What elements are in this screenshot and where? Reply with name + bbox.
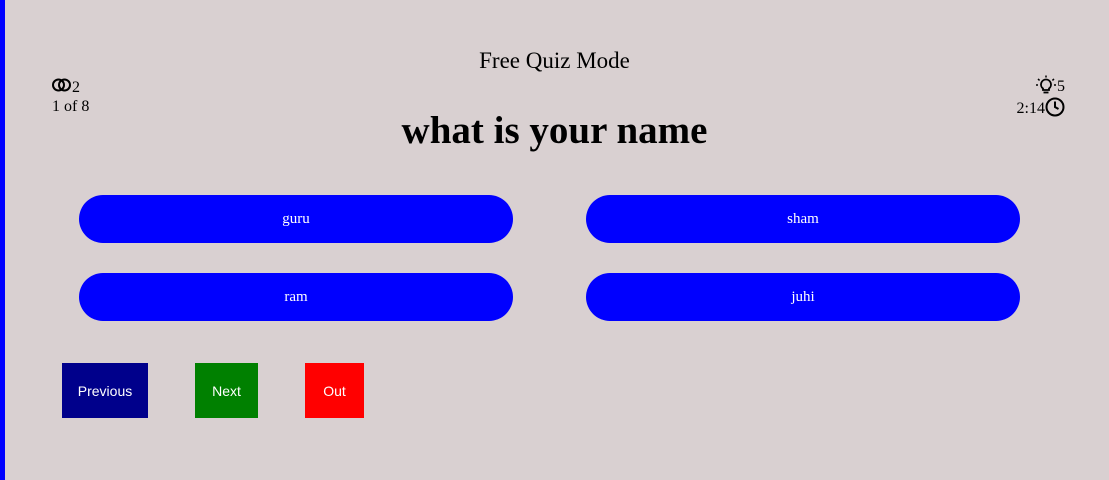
quiz-mode-title: Free Quiz Mode: [479, 48, 630, 73]
overlapping-circles-icon: [52, 78, 72, 97]
option-button-ram[interactable]: ram: [79, 273, 513, 321]
hints-row: 5: [1017, 75, 1065, 98]
score-row: 2: [52, 78, 89, 97]
next-button[interactable]: Next: [195, 363, 258, 418]
score-value: 2: [72, 78, 80, 96]
out-button[interactable]: Out: [305, 363, 364, 418]
question-text: what is your name: [401, 109, 708, 152]
hints-value: 5: [1057, 78, 1065, 95]
option-button-juhi[interactable]: juhi: [586, 273, 1020, 321]
option-button-guru[interactable]: guru: [79, 195, 513, 243]
option-button-sham[interactable]: sham: [586, 195, 1020, 243]
previous-button[interactable]: Previous: [62, 363, 148, 418]
